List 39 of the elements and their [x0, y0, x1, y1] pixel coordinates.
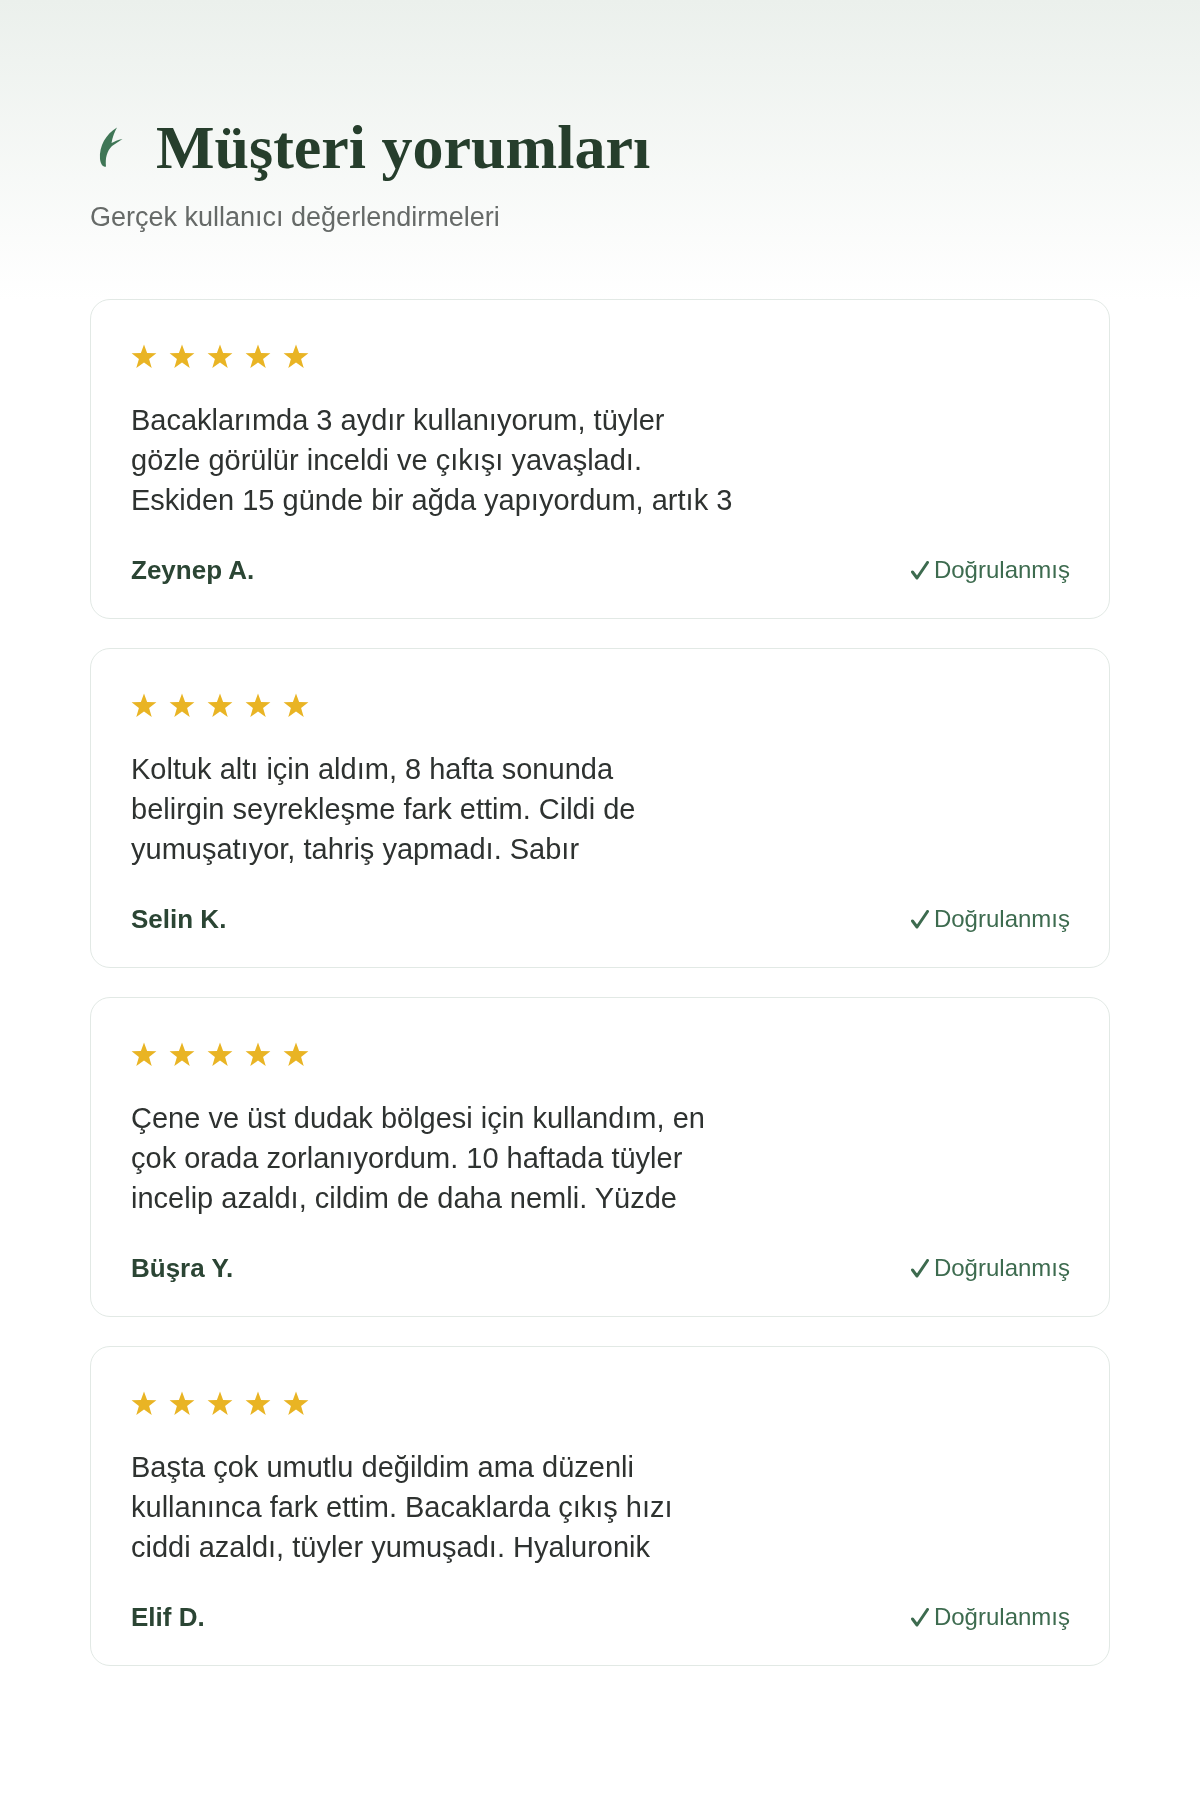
page-subtitle: Gerçek kullanıcı değerlendirmeleri: [90, 201, 500, 233]
verified-label: Doğrulanmış: [933, 555, 1070, 585]
star-icon: [207, 1391, 233, 1416]
review-text: Bacaklarımda 3 aydır kullanıyorum, tüyler gözle görülür inceldi ve çıkışı yavaşladı. Eskiden 15 günde bir ağda yapıyordum, artık 3: [131, 403, 733, 518]
author-name: Zeynep A.: [131, 554, 255, 586]
verified-label: Doğrulanmış: [933, 1602, 1070, 1632]
author-name: Elif D.: [131, 1601, 205, 1633]
check-icon: [910, 1258, 929, 1278]
star-icon: [283, 1042, 309, 1067]
star-icon: [131, 1042, 157, 1067]
star-icon: [207, 344, 233, 369]
star-icon: [207, 693, 233, 718]
star-icon: [131, 693, 157, 718]
star-icon: [283, 344, 309, 369]
check-icon: [910, 1607, 929, 1627]
check-icon: [910, 560, 929, 580]
star-icon: [283, 693, 309, 718]
page-title: Müşteri yorumları: [156, 113, 651, 181]
review-text: Başta çok umutlu değildim ama düzenli kullanınca fark ettim. Bacaklarda çıkış hızı ciddi azaldı, tüyler yumuşadı. Hyaluronik: [131, 1450, 673, 1565]
author-name: Büşra Y.: [131, 1252, 234, 1284]
star-icon: [169, 1042, 195, 1067]
review-text: Koltuk altı için aldım, 8 hafta sonunda belirgin seyrekleşme fark ettim. Cildi de yumuşatıyor, tahriş yapmadı. Sabır: [131, 752, 636, 867]
star-icon: [283, 1391, 309, 1416]
star-icon: [245, 693, 271, 718]
star-icon: [245, 344, 271, 369]
star-icon: [131, 1391, 157, 1416]
leaf-icon: [98, 126, 123, 168]
star-icon: [169, 344, 195, 369]
verified-label: Doğrulanmış: [933, 1253, 1070, 1283]
check-icon: [910, 909, 929, 929]
review-text: Çene ve üst dudak bölgesi için kullandım, en çok orada zorlanıyordum. 10 haftada tüyler incelip azaldı, cildim de daha nemli. Yüzde: [131, 1101, 705, 1216]
star-icon: [207, 1042, 233, 1067]
star-icon: [245, 1391, 271, 1416]
star-icon: [169, 693, 195, 718]
star-icon: [131, 344, 157, 369]
star-icon: [169, 1391, 195, 1416]
verified-label: Doğrulanmış: [933, 904, 1070, 934]
star-icon: [245, 1042, 271, 1067]
author-name: Selin K.: [131, 903, 227, 935]
